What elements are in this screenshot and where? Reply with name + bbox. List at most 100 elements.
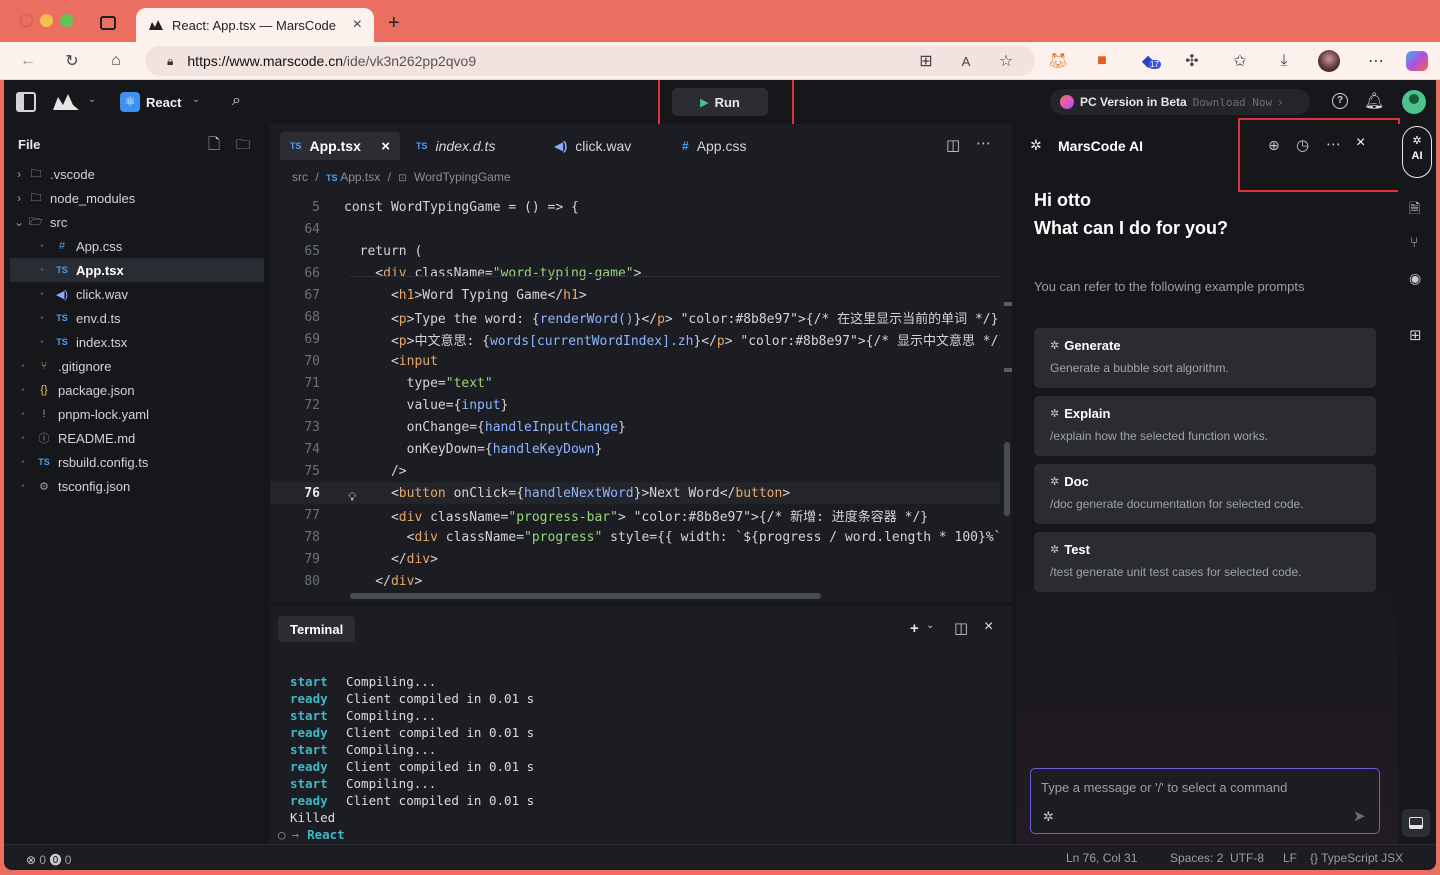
tree-item[interactable]: › 🗀︎ node_modules	[10, 186, 264, 210]
extension-icon[interactable]: ◆17	[1138, 51, 1161, 71]
code-line[interactable]: 70 <input	[270, 350, 1000, 372]
brave-extension-icon[interactable]: ■	[1092, 51, 1112, 71]
ai-rail-button[interactable]: ✲ AI	[1402, 126, 1432, 178]
code-line[interactable]: 5 const WordTypingGame = () => {	[270, 196, 1000, 218]
metamask-extension-icon[interactable]: 🦊︎	[1048, 51, 1068, 71]
tree-item[interactable]: • # App.css	[10, 234, 264, 258]
chevron-down-icon[interactable]: ⌄	[192, 94, 200, 105]
new-folder-icon[interactable]: 🗀︎	[236, 134, 250, 158]
favorites-icon[interactable]: ✩	[1230, 51, 1250, 71]
tree-item[interactable]: • ⓘ README.md	[10, 426, 264, 450]
more-actions-icon[interactable]: ⋯	[976, 134, 991, 152]
vertical-scrollbar[interactable]	[1004, 442, 1010, 516]
tree-item[interactable]: • TS env.d.ts	[10, 306, 264, 330]
extensions-puzzle-icon[interactable]: ✣	[1182, 51, 1202, 71]
code-line[interactable]: 79 </div>	[270, 548, 1000, 570]
close-icon[interactable]: ×	[381, 138, 390, 155]
terminal-output[interactable]: start Compiling... ready Client compiled in…	[270, 606, 1012, 844]
bell-icon[interactable]: 🔔︎	[1364, 91, 1384, 111]
window-zoom-button[interactable]	[60, 14, 73, 27]
tree-item[interactable]: › 🗀︎ .vscode	[10, 162, 264, 186]
tree-item[interactable]: • {} package.json	[10, 378, 264, 402]
tree-item[interactable]: • TS index.tsx	[10, 330, 264, 354]
editor-tab[interactable]: TS index.d.ts	[406, 132, 530, 160]
tree-item[interactable]: • TS rsbuild.config.ts	[10, 450, 264, 474]
window-close-button[interactable]	[20, 14, 33, 27]
example-prompt-card[interactable]: ✲ Test/test generate unit test cases for …	[1034, 532, 1376, 592]
copilot-icon[interactable]	[1406, 51, 1428, 71]
code-line[interactable]: 66 <div className="word-typing-game">	[270, 262, 1000, 284]
ai-message-input[interactable]: Type a message or '/' to select a comman…	[1030, 768, 1380, 834]
split-editor-icon[interactable]: ◫	[946, 136, 960, 154]
breadcrumb-file[interactable]: App.tsx	[340, 170, 380, 184]
code-line[interactable]: 69 <p>中文意思: {words[currentWordIndex].zh}…	[270, 328, 1000, 350]
example-prompt-card[interactable]: ✲ Explain/explain how the selected functi…	[1034, 396, 1376, 456]
breadcrumb-src[interactable]: src	[292, 170, 308, 184]
extensions-grid-icon[interactable]: ⊞	[1409, 326, 1422, 344]
breadcrumb-symbol[interactable]: WordTypingGame	[414, 170, 511, 184]
encoding[interactable]: UTF-8	[1230, 851, 1264, 865]
favorite-star-icon[interactable]: ☆	[996, 51, 1016, 71]
code-line[interactable]: 77 <div className="progress-bar"> "color…	[270, 504, 1000, 526]
tree-item[interactable]: ⌄ 🗁︎ src	[10, 210, 264, 234]
close-icon[interactable]: ×	[353, 16, 362, 34]
example-prompt-card[interactable]: ✲ Generate Generate a bubble sort algorith…	[1034, 328, 1376, 388]
code-line[interactable]: 78 <div className="progress" style={{ wi…	[270, 526, 1000, 548]
tree-item[interactable]: • ◀) click.wav	[10, 282, 264, 306]
language-mode[interactable]: {} TypeScript JSX	[1310, 851, 1403, 865]
home-icon[interactable]: ⌂	[106, 51, 126, 71]
example-prompt-card[interactable]: ✲ Doc/doc generate documentation for sele…	[1034, 464, 1376, 524]
cursor-position[interactable]: Ln 76, Col 31	[1066, 851, 1137, 865]
source-control-icon[interactable]: ⑂	[1410, 234, 1418, 250]
editor-tab[interactable]: ◀) click.wav	[544, 132, 658, 160]
back-icon[interactable]: ←	[18, 51, 38, 71]
pc-version-banner[interactable]: PC Version in Beta Download Now ›	[1050, 89, 1310, 115]
read-aloud-icon[interactable]: A	[956, 51, 976, 71]
indentation[interactable]: Spaces: 2	[1170, 851, 1223, 865]
download-now-link[interactable]: Download Now	[1193, 96, 1272, 109]
download-icon[interactable]: ⤓	[1274, 51, 1294, 71]
tree-item[interactable]: • ⚙ tsconfig.json	[10, 474, 264, 498]
file-search-icon[interactable]: 🗎︎	[1409, 198, 1420, 222]
horizontal-scrollbar[interactable]	[350, 593, 821, 599]
code-line[interactable]: 68 <p>Type the word: {renderWord()}</p> …	[270, 306, 1000, 328]
marscode-logo-icon[interactable]	[52, 93, 80, 111]
user-avatar[interactable]	[1402, 90, 1426, 114]
lock-icon[interactable]: 🔒︎	[167, 54, 173, 69]
code-line[interactable]: 67 <h1>Word Typing Game</h1>	[270, 284, 1000, 306]
toggle-panel-button[interactable]	[1402, 809, 1430, 837]
sparkle-icon[interactable]: ✲	[1043, 809, 1054, 825]
send-icon[interactable]: ➤	[1353, 807, 1366, 825]
new-file-icon[interactable]: 🗋︎	[208, 134, 220, 159]
code-line[interactable]: 64	[270, 218, 1000, 240]
project-name[interactable]: React	[146, 95, 181, 110]
preview-eye-icon[interactable]: ◉	[1409, 270, 1421, 287]
address-bar[interactable]: 🔒︎ https://www.marscode.cn/ide/vk3n262pp…	[145, 46, 1035, 76]
help-icon[interactable]: ?	[1332, 93, 1348, 109]
new-tab-icon[interactable]: +	[388, 12, 400, 35]
code-line[interactable]: 80 </div>	[270, 570, 1000, 592]
run-button[interactable]: ▶ Run	[672, 88, 768, 116]
problems-indicator[interactable]: ⊗ 0 ⓿ 0	[26, 851, 71, 868]
profile-avatar[interactable]	[1318, 50, 1340, 72]
code-line[interactable]: 76 <button onClick={handleNextWord}>Next…	[270, 482, 1000, 504]
editor-tab[interactable]: TS App.tsx ×	[280, 132, 400, 160]
code-line[interactable]: 75 />	[270, 460, 1000, 482]
code-line[interactable]: 65 return (	[270, 240, 1000, 262]
tree-item[interactable]: • ⑂ .gitignore	[10, 354, 264, 378]
more-menu-icon[interactable]: ⋯	[1366, 51, 1386, 71]
reload-icon[interactable]: ↻	[62, 51, 82, 71]
tree-item[interactable]: •! pnpm-lock.yaml	[10, 402, 264, 426]
lightbulb-icon[interactable]: 💡︎	[348, 490, 356, 505]
line-ending[interactable]: LF	[1283, 851, 1297, 865]
code-line[interactable]: 72 value={input}	[270, 394, 1000, 416]
editor-tab[interactable]: # App.css	[672, 132, 772, 160]
search-icon[interactable]: ⌕	[232, 92, 241, 110]
code-line[interactable]: 74 onKeyDown={handleKeyDown}	[270, 438, 1000, 460]
code-line[interactable]: 73 onChange={handleInputChange}	[270, 416, 1000, 438]
window-minimize-button[interactable]	[40, 14, 53, 27]
chevron-down-icon[interactable]: ⌄	[88, 94, 96, 105]
tree-item[interactable]: • TS App.tsx	[10, 258, 264, 282]
app-available-icon[interactable]: ⊞	[916, 51, 936, 71]
sidebar-toggle-icon[interactable]	[100, 16, 116, 30]
